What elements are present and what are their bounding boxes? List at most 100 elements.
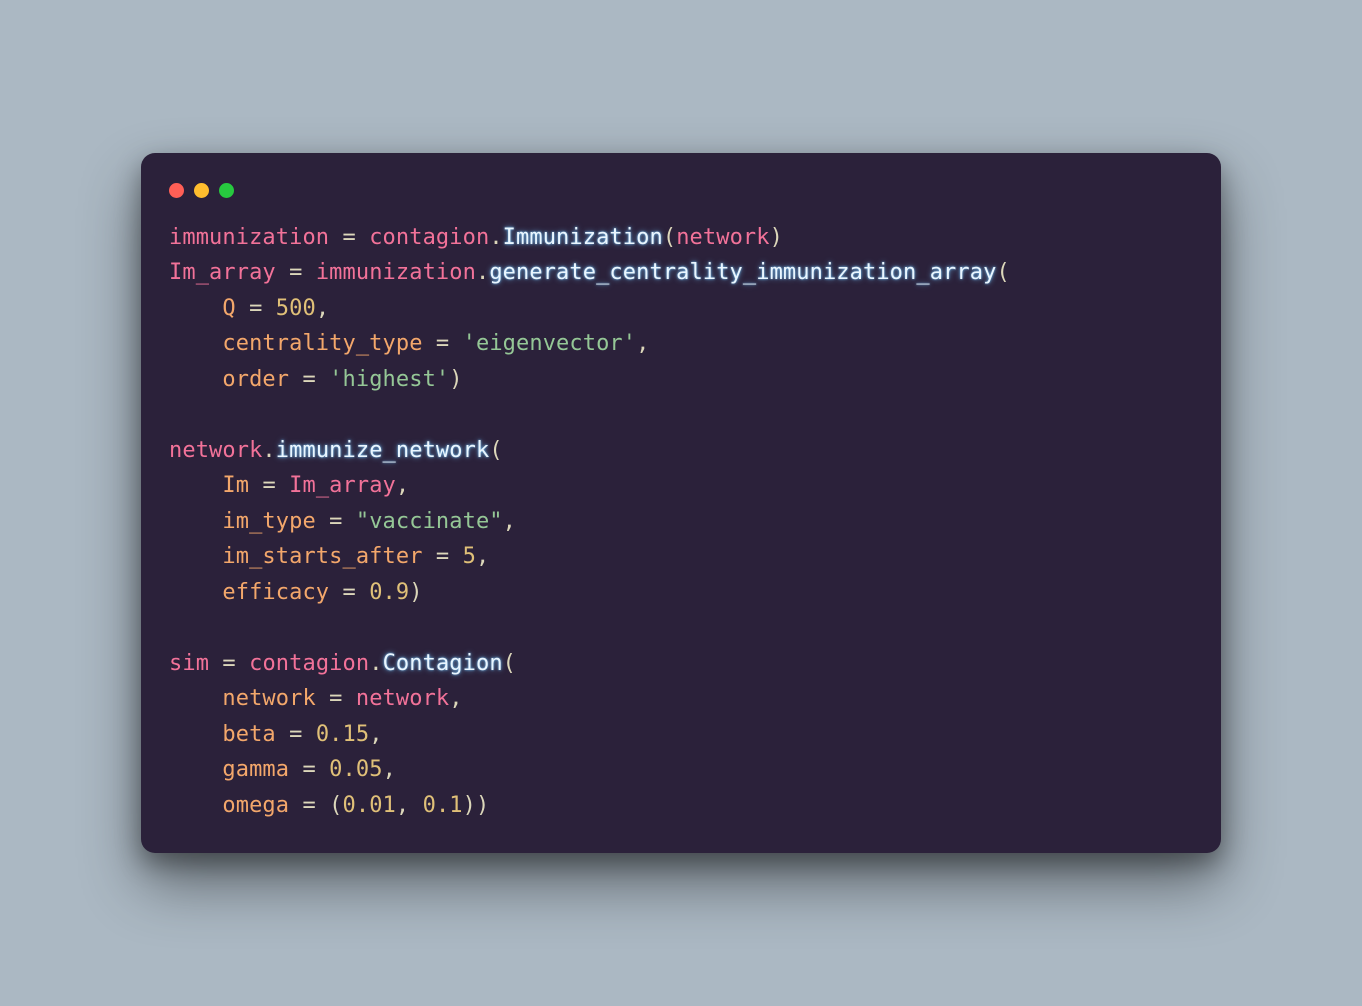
code-token: (	[996, 260, 1009, 285]
code-token: =	[276, 722, 316, 747]
code-token: =	[329, 580, 369, 605]
code-line: network = network,	[169, 681, 1193, 717]
code-token	[169, 544, 222, 569]
code-token: Immunization	[503, 225, 663, 250]
code-token: ,	[449, 686, 462, 711]
code-token: =	[423, 544, 463, 569]
code-token: 5	[463, 544, 476, 569]
code-token	[169, 793, 222, 818]
code-token	[169, 615, 182, 640]
code-token: immunization	[316, 260, 476, 285]
code-token	[169, 296, 222, 321]
code-token: immunization	[169, 225, 329, 250]
code-token: ,	[396, 793, 423, 818]
code-line: Im_array = immunization.generate_central…	[169, 255, 1193, 291]
code-token: 500	[276, 296, 316, 321]
code-token: Contagion	[383, 651, 503, 676]
code-token: 0.1	[423, 793, 463, 818]
code-token: Im	[222, 473, 249, 498]
code-token: (	[489, 438, 502, 463]
code-token: im_type	[222, 509, 315, 534]
code-token: ,	[503, 509, 516, 534]
code-line: immunization = contagion.Immunization(ne…	[169, 220, 1193, 256]
code-line: efficacy = 0.9)	[169, 575, 1193, 611]
code-token: ,	[396, 473, 409, 498]
minimize-icon[interactable]	[194, 183, 209, 198]
code-token: ,	[383, 757, 396, 782]
code-token: =	[316, 509, 356, 534]
code-token: ))	[463, 793, 490, 818]
code-line: Q = 500,	[169, 291, 1193, 327]
code-token: )	[449, 367, 462, 392]
code-token: = (	[289, 793, 342, 818]
code-token: =	[316, 686, 356, 711]
code-token: 'eigenvector'	[463, 331, 637, 356]
code-token: (	[663, 225, 676, 250]
code-token	[169, 757, 222, 782]
code-token: network	[676, 225, 769, 250]
code-token: Im_array	[169, 260, 276, 285]
code-token	[169, 580, 222, 605]
code-token: beta	[222, 722, 275, 747]
code-token: contagion	[369, 225, 489, 250]
code-token	[169, 331, 222, 356]
code-token: )	[409, 580, 422, 605]
code-token: network	[169, 438, 262, 463]
code-token: .	[476, 260, 489, 285]
code-line: Im = Im_array,	[169, 468, 1193, 504]
code-token: .	[489, 225, 502, 250]
code-token	[169, 367, 222, 392]
close-icon[interactable]	[169, 183, 184, 198]
code-line	[169, 610, 1193, 646]
code-token: 0.05	[329, 757, 382, 782]
code-window: immunization = contagion.Immunization(ne…	[141, 153, 1221, 854]
code-token: =	[249, 473, 289, 498]
code-token: ,	[636, 331, 649, 356]
code-token: im_starts_after	[222, 544, 422, 569]
code-token: gamma	[222, 757, 289, 782]
code-token: .	[369, 651, 382, 676]
code-token: .	[262, 438, 275, 463]
code-line: im_type = "vaccinate",	[169, 504, 1193, 540]
code-token: =	[423, 331, 463, 356]
code-token	[169, 473, 222, 498]
code-token: network	[222, 686, 315, 711]
code-line: network.immunize_network(	[169, 433, 1193, 469]
code-token: generate_centrality_immunization_array	[489, 260, 996, 285]
code-line: beta = 0.15,	[169, 717, 1193, 753]
code-line: centrality_type = 'eigenvector',	[169, 326, 1193, 362]
code-token: 'highest'	[329, 367, 449, 392]
code-token: omega	[222, 793, 289, 818]
code-token: Q	[222, 296, 235, 321]
code-token: 0.9	[369, 580, 409, 605]
code-token: Im_array	[289, 473, 396, 498]
code-line: sim = contagion.Contagion(	[169, 646, 1193, 682]
code-token	[169, 686, 222, 711]
code-token: ,	[369, 722, 382, 747]
code-token: 0.15	[316, 722, 369, 747]
code-token: =	[289, 367, 329, 392]
code-token: ,	[476, 544, 489, 569]
code-token: =	[289, 757, 329, 782]
code-line: omega = (0.01, 0.1))	[169, 788, 1193, 824]
code-token: network	[356, 686, 449, 711]
code-line	[169, 397, 1193, 433]
code-token: =	[276, 260, 316, 285]
code-token	[169, 402, 182, 427]
code-block: immunization = contagion.Immunization(ne…	[141, 220, 1221, 824]
code-token: centrality_type	[222, 331, 422, 356]
code-token: order	[222, 367, 289, 392]
code-token: efficacy	[222, 580, 329, 605]
code-token: immunize_network	[276, 438, 490, 463]
code-token: 0.01	[343, 793, 396, 818]
code-line: order = 'highest')	[169, 362, 1193, 398]
code-token: =	[236, 296, 276, 321]
code-token: contagion	[249, 651, 369, 676]
zoom-icon[interactable]	[219, 183, 234, 198]
code-token: )	[770, 225, 783, 250]
code-token: =	[329, 225, 369, 250]
code-token	[169, 722, 222, 747]
code-token	[169, 509, 222, 534]
code-token: =	[209, 651, 249, 676]
code-token: (	[503, 651, 516, 676]
